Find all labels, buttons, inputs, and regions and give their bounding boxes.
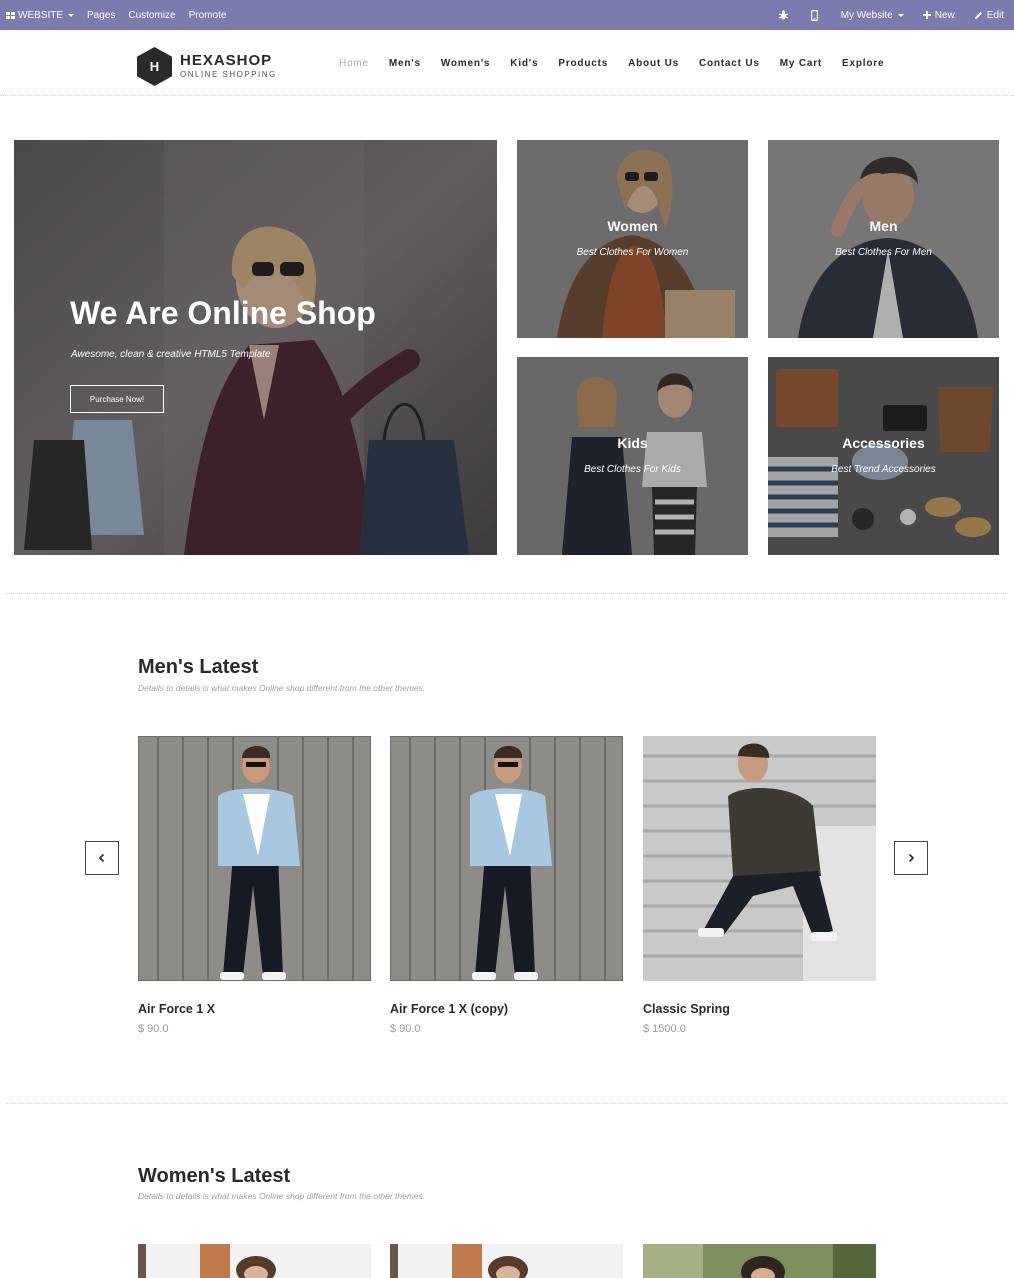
my-website-label: My Website <box>840 9 893 21</box>
nav-products[interactable]: Products <box>558 58 608 69</box>
new-label: New <box>934 9 955 21</box>
kids-tile-title: Kids <box>617 435 648 451</box>
women-tile-title: Women <box>607 218 658 234</box>
product-photo-woman-outdoors <box>643 1244 876 1278</box>
hero-subtitle: Awesome, clean & creative HTML5 Template <box>71 349 271 360</box>
section-divider <box>6 1103 1008 1104</box>
nav-mens[interactable]: Men's <box>389 58 421 69</box>
women-tile-subtitle: Best Clothes For Women <box>576 247 689 258</box>
mens-latest-title: Men's Latest <box>138 656 259 678</box>
caret-down-icon <box>897 13 904 17</box>
kids-tile-overlay <box>517 357 748 555</box>
new-button[interactable]: New <box>922 9 955 21</box>
accessories-tile-overlay <box>768 357 999 555</box>
apps-grid-icon <box>6 11 15 19</box>
product-name[interactable]: Classic Spring <box>643 1002 876 1016</box>
product-image[interactable] <box>138 736 371 981</box>
customize-menu[interactable]: Customize <box>128 10 175 21</box>
logo-initial: H <box>149 59 160 74</box>
category-tile-kids[interactable]: Kids Best Clothes For Kids <box>517 357 748 555</box>
women-tile-overlay <box>517 140 748 338</box>
accessories-tile-title: Accessories <box>842 435 925 451</box>
admin-top-bar: WEBSITE Pages Customize Promote My Websi… <box>0 0 1014 30</box>
product-price: $ 90.0 <box>390 1023 421 1035</box>
nav-explore[interactable]: Explore <box>842 58 884 69</box>
kids-tile-subtitle: Best Clothes For Kids <box>584 464 681 475</box>
website-menu-label: WEBSITE <box>18 9 64 21</box>
product-photo-man-denim-jacket <box>138 736 371 981</box>
nav-my-cart[interactable]: My Cart <box>780 58 822 69</box>
chevron-right-icon <box>908 853 915 863</box>
hero-title: We Are Online Shop <box>70 295 376 331</box>
men-tile-overlay <box>768 140 999 338</box>
website-menu-button[interactable]: WEBSITE <box>6 9 75 21</box>
hexagon-logo-icon: H <box>137 47 172 86</box>
product-card[interactable]: Air Force 1 X $ 90.0 <box>138 736 371 1035</box>
nav-contact-us[interactable]: Contact Us <box>699 58 760 69</box>
product-image[interactable] <box>390 1244 623 1278</box>
product-card[interactable]: Classic Spring $ 1500.0 <box>643 736 876 1035</box>
edit-label: Edit <box>986 9 1004 21</box>
bug-icon <box>778 10 788 20</box>
product-name[interactable]: Air Force 1 X <box>138 1002 371 1016</box>
womens-latest-title: Women's Latest <box>138 1165 291 1187</box>
carousel-next-button[interactable] <box>894 841 928 875</box>
carousel-prev-button[interactable] <box>85 841 119 875</box>
purchase-now-button[interactable]: Purchase Now! <box>70 385 164 413</box>
chevron-left-icon <box>98 853 105 863</box>
brand-tagline: ONLINE SHOPPING <box>180 69 277 79</box>
pencil-icon <box>974 11 983 20</box>
my-website-menu[interactable]: My Website <box>841 10 904 21</box>
nav-about-us[interactable]: About Us <box>628 58 679 69</box>
product-photo-man-on-stairs <box>643 736 876 981</box>
nav-home[interactable]: Home <box>339 58 369 69</box>
accessories-tile-subtitle: Best Trend Accessories <box>831 464 936 475</box>
product-name[interactable]: Air Force 1 X (copy) <box>390 1002 623 1016</box>
site-logo[interactable]: H HEXASHOP ONLINE SHOPPING <box>137 47 277 86</box>
pages-menu[interactable]: Pages <box>87 10 115 21</box>
section-divider <box>6 593 1008 594</box>
womens-latest-subtitle: Details to details is what makes Online … <box>138 1191 426 1201</box>
brand-name: HEXASHOP <box>180 51 273 69</box>
hero-overlay <box>14 140 497 555</box>
category-tile-men[interactable]: Men Best Clothes For Men <box>768 140 999 338</box>
product-photo-woman <box>138 1244 371 1278</box>
product-photo-man-denim-jacket <box>390 736 623 981</box>
product-card[interactable]: Air Force 1 X (copy) $ 90.0 <box>390 736 623 1035</box>
site-header: H HEXASHOP ONLINE SHOPPING Home Men's Wo… <box>0 30 1014 96</box>
product-image[interactable] <box>390 736 623 981</box>
edit-button[interactable]: Edit <box>974 10 1004 21</box>
plus-icon <box>922 11 931 19</box>
caret-down-icon <box>68 13 75 17</box>
nav-womens[interactable]: Women's <box>441 58 490 69</box>
nav-kids[interactable]: Kid's <box>510 58 538 69</box>
mobile-preview-button[interactable] <box>810 9 822 21</box>
category-tile-accessories[interactable]: Accessories Best Trend Accessories <box>768 357 999 555</box>
product-price: $ 90.0 <box>138 1023 169 1035</box>
product-photo-woman <box>390 1244 623 1278</box>
mens-latest-subtitle: Details to details is what makes Online … <box>138 683 426 693</box>
mobile-icon <box>810 9 818 21</box>
category-tile-women[interactable]: Women Best Clothes For Women <box>517 140 748 338</box>
promote-menu[interactable]: Promote <box>189 10 227 21</box>
men-tile-title: Men <box>869 218 898 234</box>
hero-banner: We Are Online Shop Awesome, clean & crea… <box>14 140 497 555</box>
product-image[interactable] <box>643 1244 876 1278</box>
men-tile-subtitle: Best Clothes For Men <box>835 247 932 258</box>
product-image[interactable] <box>138 1244 371 1278</box>
debug-button[interactable] <box>778 10 792 20</box>
product-price: $ 1500.0 <box>643 1023 686 1035</box>
product-image[interactable] <box>643 736 876 981</box>
main-navigation: Home Men's Women's Kid's Products About … <box>339 30 904 96</box>
